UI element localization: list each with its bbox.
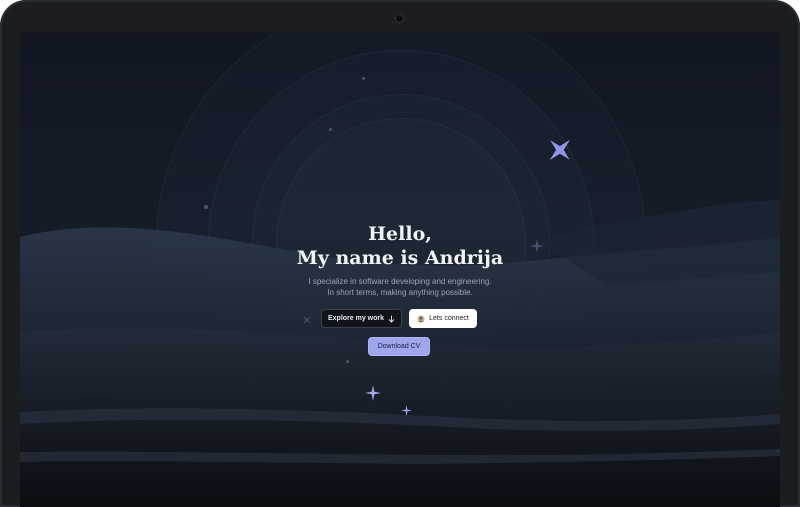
- connect-avatar-icon: [417, 314, 425, 323]
- decorative-dot: [204, 205, 208, 209]
- laptop-frame: Hello, My name is Andrija I specialize i…: [0, 0, 800, 507]
- hero-name-heading: My name is Andrija: [296, 247, 504, 269]
- camera-icon: [396, 15, 403, 22]
- cv-button-label: Download CV: [377, 343, 421, 350]
- sparkle-icon: [365, 385, 381, 401]
- hero-greeting: Hello,: [368, 223, 432, 245]
- download-cv-button[interactable]: Download CV: [368, 337, 430, 356]
- hero-subtitle-line-2: In short terms, making anything possible…: [327, 288, 473, 297]
- sparkle-icon: [549, 139, 571, 161]
- explore-my-work-button[interactable]: Explore my work: [321, 309, 402, 328]
- decorative-dot: [329, 128, 332, 131]
- sparkle-icon: [401, 405, 412, 416]
- hero-subtitle-line-1: I specialize in software developing and …: [308, 277, 492, 286]
- connect-button-label: Lets connect: [429, 315, 469, 322]
- arrow-down-icon: [388, 315, 395, 323]
- hero-section: Hello, My name is Andrija I specialize i…: [20, 222, 780, 298]
- hero-screen: Hello, My name is Andrija I specialize i…: [20, 32, 780, 507]
- explore-button-label: Explore my work: [327, 315, 385, 322]
- decorative-dot: [362, 77, 365, 80]
- decorative-dot: [346, 360, 349, 363]
- hero-actions: Explore my work Lets connect: [20, 309, 780, 329]
- lets-connect-button[interactable]: Lets connect: [409, 309, 477, 328]
